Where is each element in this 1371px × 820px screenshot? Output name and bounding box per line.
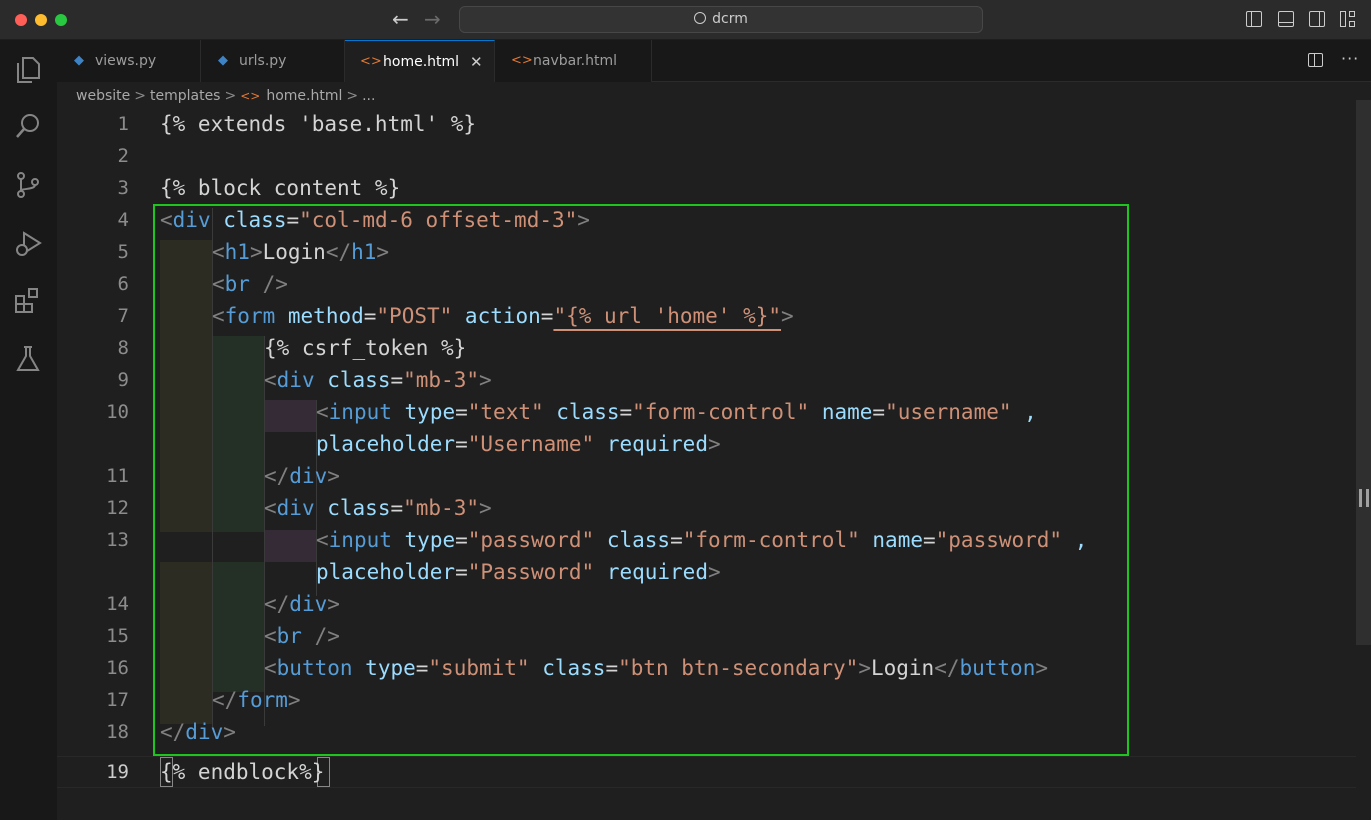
code-text: {% extends 'base.html' %}	[160, 112, 477, 136]
html-icon: <>	[511, 53, 533, 68]
tab-navbar-html[interactable]: <> navbar.html	[495, 40, 652, 82]
extensions-icon[interactable]	[0, 276, 57, 324]
customize-layout-icon[interactable]	[1340, 11, 1356, 27]
line-number: 17	[106, 689, 129, 711]
line-number: 10	[106, 401, 129, 423]
line-number: 1	[117, 113, 129, 135]
search-text: dcrm	[712, 11, 748, 27]
testing-icon[interactable]	[0, 334, 57, 382]
line-number: 8	[117, 337, 129, 359]
line-number: 11	[106, 465, 129, 487]
line-number: 3	[117, 177, 129, 199]
line-number: 13	[106, 529, 129, 551]
more-actions-icon[interactable]: ···	[1341, 49, 1359, 68]
line-number: 2	[117, 145, 129, 167]
search-icon	[694, 12, 707, 24]
line-number: 12	[106, 497, 129, 519]
back-arrow-icon[interactable]: ←	[392, 8, 409, 30]
activity-bar	[0, 40, 57, 820]
breadcrumb-separator: >	[346, 88, 359, 104]
code-text: {% endblock%}	[160, 760, 325, 784]
source-control-icon[interactable]	[0, 160, 57, 208]
code-line: 3 {% block content %}	[57, 172, 1356, 204]
tab-urls-py[interactable]: ◆ urls.py	[201, 40, 345, 82]
close-icon[interactable]: ✕	[470, 41, 483, 83]
line-number: 5	[117, 241, 129, 263]
python-icon: ◆	[218, 53, 228, 68]
line-number: 15	[106, 625, 129, 647]
title-bar: ← → dcrm	[0, 0, 1371, 40]
python-icon: ◆	[74, 53, 84, 68]
html-icon: <>	[240, 89, 261, 103]
breadcrumb-separator: >	[224, 88, 237, 104]
breadcrumb: website > templates > <> home.html >...	[76, 86, 375, 106]
tab-label: home.html	[383, 54, 460, 70]
command-center-search[interactable]: dcrm	[459, 6, 983, 33]
tab-label: views.py	[95, 53, 157, 69]
tab-views-py[interactable]: ◆ views.py	[57, 40, 201, 82]
html-icon: <>	[360, 54, 382, 69]
toggle-primary-sidebar-icon[interactable]	[1246, 11, 1262, 27]
line-number: 6	[117, 273, 129, 295]
tab-label: urls.py	[239, 53, 287, 69]
line-number: 19	[106, 761, 129, 783]
annotation-highlight-box	[153, 204, 1129, 756]
tab-home-html[interactable]: <> home.html ✕	[345, 40, 495, 82]
line-number: 14	[106, 593, 129, 615]
scrollbar-thumb[interactable]	[1356, 100, 1371, 645]
line-number: 18	[106, 721, 129, 743]
split-editor-icon[interactable]	[1308, 53, 1323, 67]
code-line: 1 {% extends 'base.html' %}	[57, 108, 1356, 140]
editor-tab-bar: ◆ views.py ◆ urls.py <> home.html ✕ <> n…	[57, 40, 1371, 82]
toggle-panel-icon[interactable]	[1278, 11, 1294, 27]
search-icon[interactable]	[0, 102, 57, 150]
close-window-button[interactable]	[15, 14, 27, 26]
run-debug-icon[interactable]	[0, 218, 57, 266]
tab-label: navbar.html	[533, 53, 618, 69]
minimize-window-button[interactable]	[35, 14, 47, 26]
line-number: 4	[117, 209, 129, 231]
line-number: 7	[117, 305, 129, 327]
breadcrumb-item[interactable]: website	[76, 88, 130, 104]
breadcrumb-item[interactable]: ...	[362, 88, 375, 104]
code-text: {% block content %}	[160, 176, 401, 200]
toggle-secondary-sidebar-icon[interactable]	[1309, 11, 1325, 27]
maximize-window-button[interactable]	[55, 14, 67, 26]
code-line: 2	[57, 140, 1356, 172]
forward-arrow-icon[interactable]: →	[424, 8, 441, 30]
code-line-current: 19 {% endblock%}	[57, 756, 1356, 788]
breadcrumb-separator: >	[134, 88, 146, 104]
line-number: 9	[117, 369, 129, 391]
line-number: 16	[106, 657, 129, 679]
scrollbar-marker	[1359, 489, 1369, 507]
breadcrumb-item[interactable]: templates	[150, 88, 221, 104]
explorer-icon[interactable]	[0, 44, 57, 92]
breadcrumb-item[interactable]: home.html	[266, 88, 342, 104]
